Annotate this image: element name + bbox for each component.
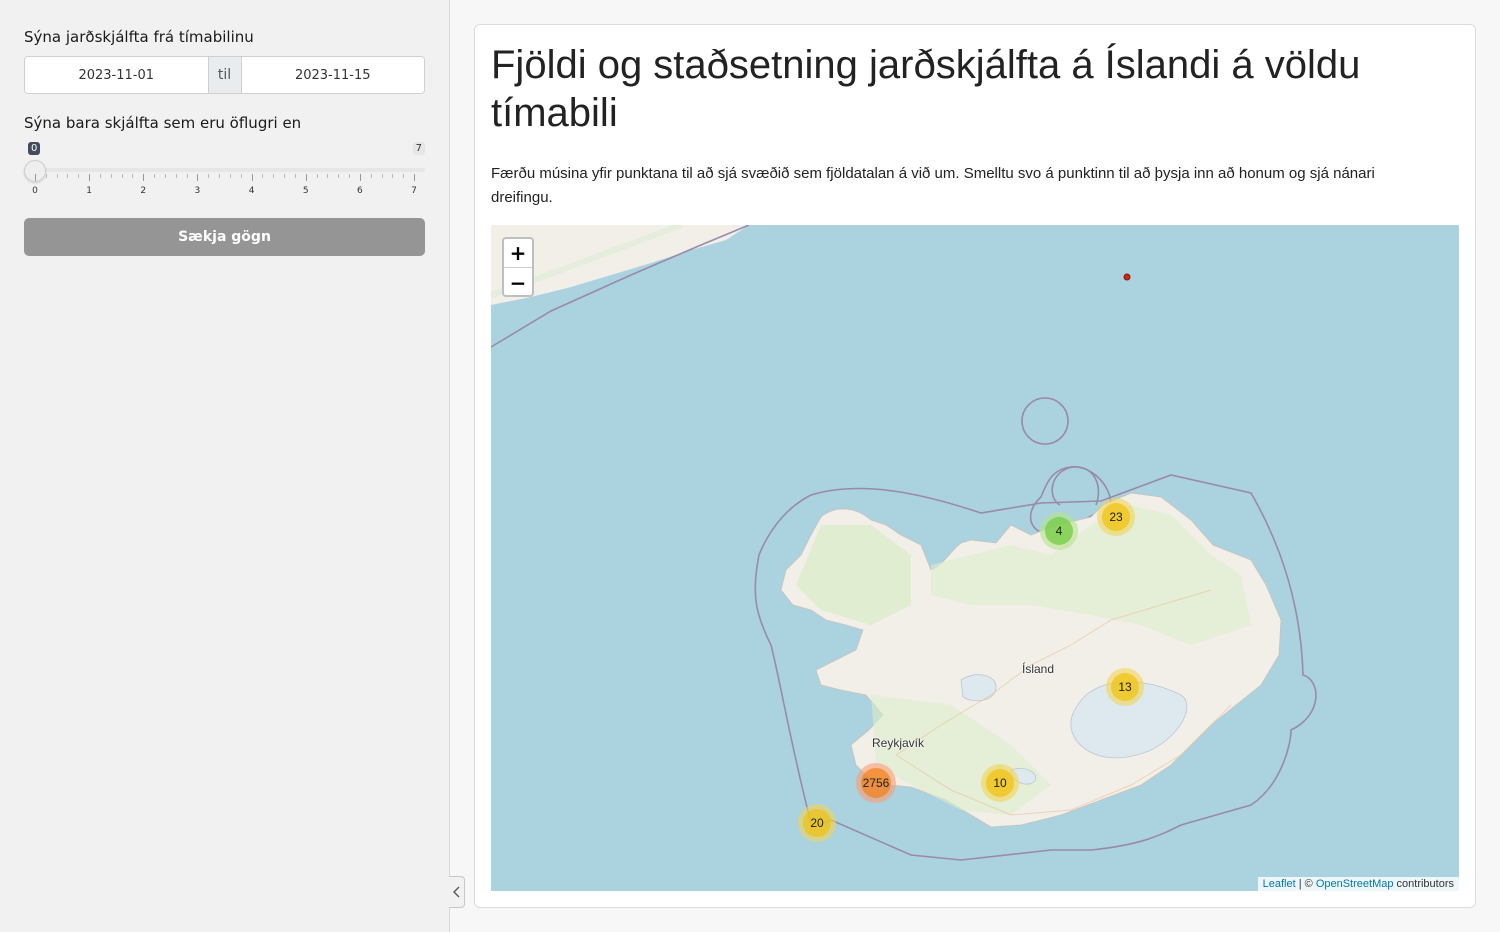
main-card: Fjöldi og staðsetning jarðskjálfta á Ísl… (474, 24, 1476, 908)
page-title: Fjöldi og staðsetning jarðskjálfta á Ísl… (491, 43, 1361, 135)
slider-tick (414, 174, 415, 181)
cluster-count: 20 (803, 809, 831, 837)
zoom-out-button[interactable]: − (504, 268, 532, 297)
zoom-in-button[interactable]: + (504, 239, 532, 268)
cluster-marker[interactable]: 2756 (856, 763, 896, 803)
slider-tick (56, 174, 58, 178)
slider-tick (240, 174, 242, 178)
date-range-input: til (24, 56, 425, 94)
slider-tick-label: 5 (302, 186, 309, 196)
slider-tick (294, 174, 296, 178)
cluster-marker[interactable]: 10 (981, 764, 1019, 802)
date-range-label: Sýna jarðskjálfta frá tímabilinu (24, 28, 254, 46)
cluster-count: 13 (1111, 673, 1139, 701)
slider-tick (143, 174, 145, 181)
slider-tick (219, 174, 221, 178)
slider-tick (327, 174, 329, 178)
slider-tick (35, 174, 36, 181)
cluster-marker[interactable]: 13 (1106, 668, 1144, 706)
slider-tick-label: 3 (194, 186, 201, 196)
date-separator: til (207, 57, 242, 93)
country-label: Ísland (1022, 662, 1055, 676)
page-description: Færðu músina yfir punktana til að sjá sv… (491, 165, 1375, 206)
cluster-count: 23 (1102, 503, 1130, 531)
leaflet-link[interactable]: Leaflet (1263, 878, 1296, 890)
slider-max-badge: 7 (412, 142, 425, 155)
chevron-left-icon (452, 886, 459, 898)
magnitude-label: Sýna bara skjálfta sem eru öflugri en (24, 114, 302, 132)
slider-tick (284, 174, 286, 178)
slider-tick (186, 174, 188, 178)
cluster-marker[interactable]: 4 (1040, 512, 1078, 550)
slider-tick (132, 174, 134, 178)
slider-value-badge: 0 (28, 142, 41, 155)
slider-tick-label: 7 (411, 186, 417, 196)
fetch-data-button[interactable]: Sækja gögn (24, 218, 425, 256)
slider-tick (121, 174, 123, 178)
city-label-reykjavik: Reykjavík (872, 736, 925, 750)
collapse-sidebar-button[interactable] (449, 876, 465, 908)
slider-tick (110, 174, 112, 178)
slider-tick-label: 6 (356, 186, 363, 196)
slider-tick (67, 174, 69, 178)
zoom-control: + − (502, 237, 534, 297)
cluster-count: 4 (1045, 517, 1073, 545)
slider-tick (99, 174, 101, 178)
slider-tick (89, 174, 91, 181)
slider-tick (208, 174, 210, 178)
slider-tick (164, 174, 166, 178)
slider-tick (229, 174, 231, 178)
earthquake-marker[interactable] (1123, 273, 1131, 281)
slider-tick-label: 2 (140, 186, 147, 196)
sidebar: Sýna jarðskjálfta frá tímabilinu til Sýn… (0, 0, 450, 932)
slider-track[interactable] (34, 168, 425, 172)
slider-tick (78, 174, 80, 178)
slider-tick (175, 174, 177, 178)
attribution-separator: | © (1295, 878, 1316, 890)
cluster-count: 10 (986, 769, 1014, 797)
cluster-marker[interactable]: 23 (1097, 498, 1135, 536)
slider-tick (403, 174, 405, 178)
slider-tick (262, 174, 264, 178)
slider-tick-label: 4 (248, 186, 255, 196)
slider-tick-label: 1 (86, 186, 93, 196)
slider-tick (197, 174, 199, 181)
attribution-suffix: contributors (1393, 878, 1454, 890)
osm-link[interactable]: OpenStreetMap (1316, 878, 1394, 890)
slider-tick (316, 174, 318, 178)
slider-tick (370, 174, 372, 178)
end-date-input[interactable] (241, 57, 424, 93)
slider-tick (45, 174, 47, 178)
start-date-input[interactable] (25, 57, 208, 93)
slider-tick (392, 174, 394, 178)
slider-tick (154, 174, 156, 178)
slider-tick (349, 174, 351, 178)
slider-tick (305, 174, 307, 181)
cluster-marker[interactable]: 20 (798, 804, 836, 842)
slider-tick (273, 174, 275, 178)
slider-tick-label: 0 (32, 186, 38, 196)
slider-tick (338, 174, 340, 178)
slider-tick (251, 174, 253, 181)
map-tiles[interactable] (491, 225, 1459, 891)
earthquake-map[interactable]: + − Ísland Reykjavík 4 23 13 2756 10 20 … (491, 225, 1459, 891)
slider-tick (381, 174, 383, 178)
cluster-count: 2756 (861, 768, 891, 798)
slider-tick (359, 174, 361, 181)
magnitude-slider[interactable]: 0 7 0 1 2 3 4 5 6 7 (24, 140, 425, 200)
map-attribution: Leaflet | © OpenStreetMap contributors (1257, 877, 1459, 891)
